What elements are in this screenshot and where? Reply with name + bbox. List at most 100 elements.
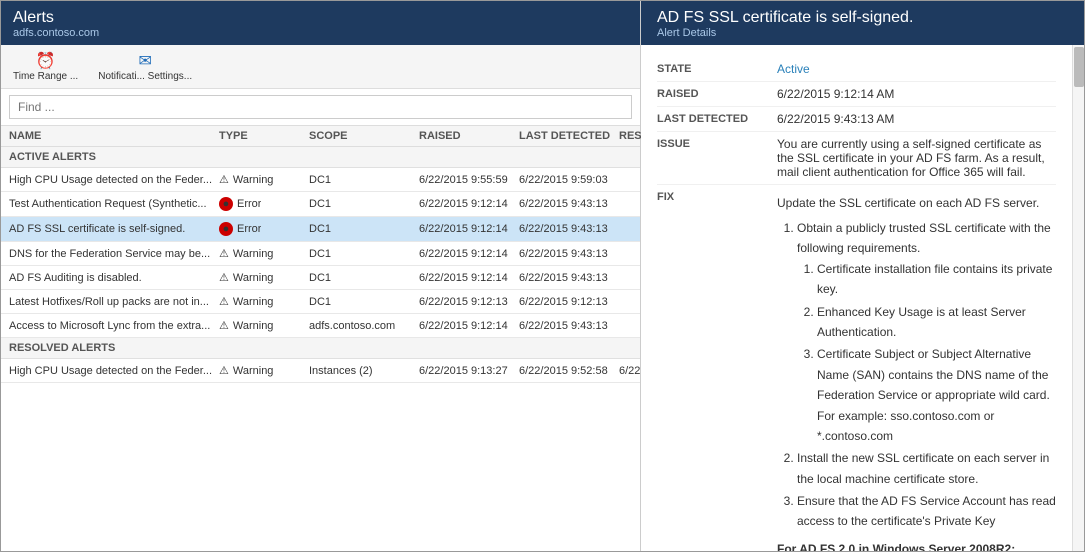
fix-item-2: Install the new SSL certificate on each … xyxy=(797,448,1056,489)
alert-scope: adfs.contoso.com xyxy=(309,320,419,332)
alert-raised: 6/22/2015 9:12:14 xyxy=(419,272,519,284)
alert-name: High CPU Usage detected on the Feder... xyxy=(9,174,219,186)
clock-icon: ⏰ xyxy=(36,51,56,71)
table-header: NAME TYPE SCOPE RAISED LAST DETECTED RES… xyxy=(1,126,640,147)
alert-name: AD FS Auditing is disabled. xyxy=(9,272,219,284)
search-input[interactable] xyxy=(9,95,632,119)
warning-icon: ⚠ xyxy=(219,295,229,308)
alert-raised: 6/22/2015 9:12:14 xyxy=(419,198,519,210)
active-alert-row[interactable]: Access to Microsoft Lync from the extra.… xyxy=(1,314,640,338)
alert-raised: 6/22/2015 9:12:14 xyxy=(419,248,519,260)
fix-item-3: Ensure that the AD FS Service Account ha… xyxy=(797,491,1056,532)
issue-row: ISSUE You are currently using a self-sig… xyxy=(657,132,1056,185)
alert-type: ⚠Warning xyxy=(219,247,309,260)
raised-label: RAISED xyxy=(657,87,777,100)
left-panel-title: Alerts xyxy=(13,9,628,27)
envelope-icon: ✉ xyxy=(138,51,151,71)
notification-settings-button[interactable]: ✉ Notificati... Settings... xyxy=(94,49,196,84)
alert-detail-title: AD FS SSL certificate is self-signed. xyxy=(657,9,1068,27)
active-alert-row[interactable]: AD FS SSL certificate is self-signed. ●E… xyxy=(1,217,640,242)
alert-last-detected: 6/22/2015 9:43:13 xyxy=(519,320,619,332)
left-panel: Alerts adfs.contoso.com ⏰ Time Range ...… xyxy=(1,1,641,551)
toolbar: ⏰ Time Range ... ✉ Notificati... Setting… xyxy=(1,45,640,89)
scrollbar-thumb xyxy=(1074,47,1084,87)
alert-name: Test Authentication Request (Synthetic..… xyxy=(9,198,219,210)
resolved-alerts-label: RESOLVED ALERTS xyxy=(1,338,640,359)
alert-last-detected: 6/22/2015 9:43:13 xyxy=(519,198,619,210)
alert-name: Latest Hotfixes/Roll up packs are not in… xyxy=(9,296,219,308)
last-detected-row: LAST DETECTED 6/22/2015 9:43:13 AM xyxy=(657,107,1056,132)
fix-list: Obtain a publicly trusted SSL certificat… xyxy=(777,218,1056,532)
warning-icon: ⚠ xyxy=(219,319,229,332)
raised-value: 6/22/2015 9:12:14 AM xyxy=(777,87,1056,101)
alert-type: ⚠Warning xyxy=(219,173,309,186)
active-alert-row[interactable]: Test Authentication Request (Synthetic..… xyxy=(1,192,640,217)
alert-type: ●Error xyxy=(219,197,309,211)
notifications-label: Notificati... Settings... xyxy=(98,71,192,82)
fix-sub-item-2: Enhanced Key Usage is at least Server Au… xyxy=(817,302,1056,343)
alert-type: ⚠Warning xyxy=(219,319,309,332)
time-range-label: Time Range ... xyxy=(13,71,78,82)
col-name: NAME xyxy=(9,130,219,142)
warning-icon: ⚠ xyxy=(219,364,229,377)
alert-raised: 6/22/2015 9:12:14 xyxy=(419,320,519,332)
alerts-table: ACTIVE ALERTS High CPU Usage detected on… xyxy=(1,147,640,551)
alert-type: ●Error xyxy=(219,222,309,236)
time-range-button[interactable]: ⏰ Time Range ... xyxy=(9,49,82,84)
alert-type: ⚠Warning xyxy=(219,271,309,284)
alert-scope: DC1 xyxy=(309,198,419,210)
alert-name: Access to Microsoft Lync from the extra.… xyxy=(9,320,219,332)
issue-label: ISSUE xyxy=(657,137,777,150)
alert-detail-subtitle: Alert Details xyxy=(657,27,1068,39)
alert-raised: 6/22/2015 9:12:14 xyxy=(419,223,519,235)
alert-type: ⚠Warning xyxy=(219,295,309,308)
right-panel: AD FS SSL certificate is self-signed. Al… xyxy=(641,1,1084,551)
alert-type: ⚠Warning xyxy=(219,364,309,377)
main-layout: Alerts adfs.contoso.com ⏰ Time Range ...… xyxy=(1,1,1084,551)
last-detected-label: LAST DETECTED xyxy=(657,112,777,125)
alert-scope: Instances (2) xyxy=(309,365,419,377)
active-alert-row[interactable]: Latest Hotfixes/Roll up packs are not in… xyxy=(1,290,640,314)
left-panel-subtitle: adfs.contoso.com xyxy=(13,27,628,39)
fix-sub-item-3: Certificate Subject or Subject Alternati… xyxy=(817,344,1056,446)
alert-name: DNS for the Federation Service may be... xyxy=(9,248,219,260)
alert-name: AD FS SSL certificate is self-signed. xyxy=(9,223,219,235)
right-scrollbar[interactable] xyxy=(1072,45,1084,551)
alert-last-detected: 6/22/2015 9:43:13 xyxy=(519,272,619,284)
warning-icon: ⚠ xyxy=(219,247,229,260)
col-last-detected: LAST DETECTED xyxy=(519,130,619,142)
state-value: Active xyxy=(777,62,1056,76)
fix-intro: Update the SSL certificate on each AD FS… xyxy=(777,194,1056,212)
search-bar xyxy=(1,89,640,126)
alert-last-detected: 6/22/2015 9:52:58 xyxy=(519,365,619,377)
fix-label: FIX xyxy=(657,190,777,203)
fix-item-1: Obtain a publicly trusted SSL certificat… xyxy=(797,218,1056,446)
alert-raised: 6/22/2015 9:55:59 xyxy=(419,174,519,186)
fix-sub-item-1: Certificate installation file contains i… xyxy=(817,259,1056,300)
active-alert-row[interactable]: High CPU Usage detected on the Feder... … xyxy=(1,168,640,192)
alert-name: High CPU Usage detected on the Feder... xyxy=(9,365,219,377)
issue-text: You are currently using a self-signed ce… xyxy=(777,137,1056,179)
resolved-alerts-rows: High CPU Usage detected on the Feder... … xyxy=(1,359,640,383)
right-content-area: STATE Active RAISED 6/22/2015 9:12:14 AM… xyxy=(641,45,1084,551)
fix-sub-list: Certificate installation file contains i… xyxy=(797,259,1056,447)
fix-row: FIX Update the SSL certificate on each A… xyxy=(657,185,1056,551)
alert-last-detected: 6/22/2015 9:43:13 xyxy=(519,223,619,235)
error-icon: ● xyxy=(219,222,233,236)
last-detected-value: 6/22/2015 9:43:13 AM xyxy=(777,112,1056,126)
warning-icon: ⚠ xyxy=(219,271,229,284)
col-scope: SCOPE xyxy=(309,130,419,142)
error-icon: ● xyxy=(219,197,233,211)
alert-last-detected: 6/22/2015 9:12:13 xyxy=(519,296,619,308)
alert-scope: DC1 xyxy=(309,272,419,284)
active-alert-row[interactable]: DNS for the Federation Service may be...… xyxy=(1,242,640,266)
alert-scope: DC1 xyxy=(309,223,419,235)
alert-raised: 6/22/2015 9:13:27 xyxy=(419,365,519,377)
raised-row: RAISED 6/22/2015 9:12:14 AM xyxy=(657,82,1056,107)
alert-last-detected: 6/22/2015 9:43:13 xyxy=(519,248,619,260)
active-alert-row[interactable]: AD FS Auditing is disabled. ⚠Warning DC1… xyxy=(1,266,640,290)
alert-scope: DC1 xyxy=(309,296,419,308)
resolved-alert-row[interactable]: High CPU Usage detected on the Feder... … xyxy=(1,359,640,383)
state-row: STATE Active xyxy=(657,57,1056,82)
active-alerts-label: ACTIVE ALERTS xyxy=(1,147,640,168)
